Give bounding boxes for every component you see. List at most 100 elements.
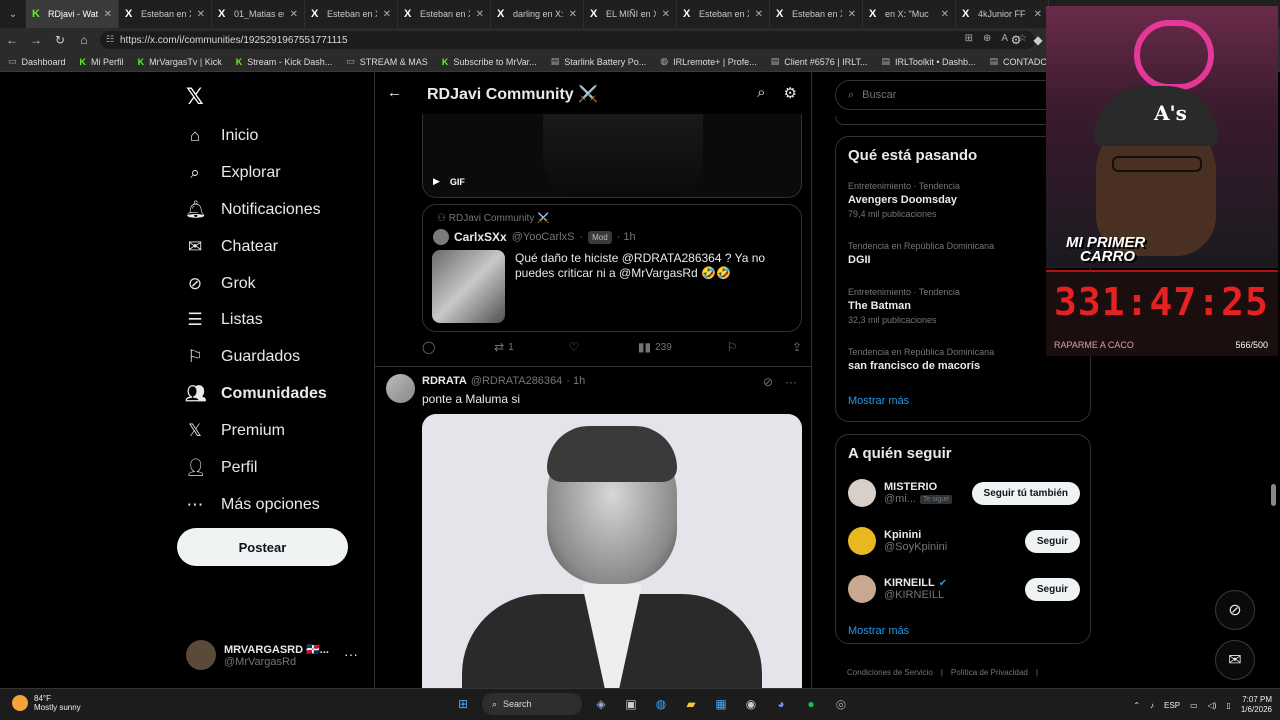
nav-item-communities[interactable]: 👥︎ Comunidades	[185, 384, 327, 404]
nav-item-grok[interactable]: ⊘ Grok	[185, 274, 256, 294]
bookmark-item[interactable]: ▭ Dashboard	[8, 56, 66, 67]
gif-media[interactable]: ▶ GIF	[422, 112, 802, 198]
steam-icon[interactable]: ◎	[830, 693, 852, 715]
browser-tab[interactable]: X Esteban en X: " ✕	[305, 0, 398, 28]
browser-tab[interactable]: X Esteban en X: " ✕	[398, 0, 491, 28]
play-icon[interactable]: ▶	[433, 176, 440, 187]
file-explorer-icon[interactable]: ▰	[680, 693, 702, 715]
quote-author-handle[interactable]: @YooCarlxS	[512, 231, 575, 243]
scrollbar[interactable]	[1271, 484, 1276, 506]
bookmark-item[interactable]: ▤ Starlink Battery Po...	[551, 56, 647, 67]
avatar[interactable]	[848, 527, 876, 555]
follow-suggestion[interactable]: Kpinini @SoyKpinini Seguir	[848, 527, 1080, 555]
site-info-icon[interactable]: ☷	[106, 34, 114, 45]
clock[interactable]: 7:07 PM 1/6/2026	[1241, 695, 1272, 715]
close-icon[interactable]: ✕	[476, 9, 484, 20]
reload-icon[interactable]: ↻	[48, 28, 72, 52]
quoted-post[interactable]: ⚇ RDJavi Community ⚔️ CarlxSXx @YooCarlx…	[422, 204, 802, 332]
nav-item-bookmark[interactable]: ⚐ Guardados	[185, 347, 300, 367]
nav-item-more[interactable]: ⋯ Más opciones	[185, 495, 320, 515]
grok-icon[interactable]: ⊘	[763, 375, 773, 389]
browser-tab[interactable]: X 4kJunior FF en ✕	[956, 0, 1049, 28]
quote-author-name[interactable]: CarlxSXx	[454, 230, 507, 244]
x-logo-icon[interactable]: 𝕏	[186, 84, 204, 110]
bookmark-button[interactable]: ⚐	[726, 340, 737, 354]
nav-item-list[interactable]: ☰ Listas	[185, 310, 262, 330]
language-indicator[interactable]: ESP	[1164, 701, 1180, 710]
nav-item-search[interactable]: ⌕ Explorar	[185, 163, 280, 183]
bookmark-item[interactable]: K Subscribe to MrVar...	[442, 57, 537, 67]
zoom-icon[interactable]: ⊕	[983, 33, 991, 44]
reply-button[interactable]: ◯	[422, 340, 439, 354]
close-icon[interactable]: ✕	[290, 9, 298, 20]
forward-arrow-icon[interactable]: →	[24, 28, 48, 52]
footer-link[interactable]: Política de Privacidad	[951, 668, 1028, 677]
bookmark-item[interactable]: ◍ IRLremote+ | Profe...	[660, 56, 756, 67]
avatar[interactable]	[433, 229, 449, 245]
tray-chevron-icon[interactable]: ⌃	[1133, 701, 1140, 710]
avatar[interactable]	[848, 575, 876, 603]
battery-icon[interactable]: ▯	[1226, 701, 1230, 710]
follow-show-more-link[interactable]: Mostrar más	[848, 625, 909, 637]
edge-browser-icon[interactable]: ◍	[650, 693, 672, 715]
footer-link[interactable]: Condiciones de Servicio	[847, 668, 933, 677]
close-icon[interactable]: ✕	[197, 9, 205, 20]
spotify-icon[interactable]: ●	[800, 693, 822, 715]
account-more-icon[interactable]: ···	[344, 646, 358, 662]
follow-button[interactable]: Seguir	[1024, 577, 1080, 601]
share-button[interactable]: ⇪	[792, 340, 802, 354]
browser-tab[interactable]: X Esteban en X: " ✕	[770, 0, 863, 28]
gear-icon[interactable]: ⚙	[784, 84, 797, 102]
microphone-icon[interactable]: ♪	[1150, 701, 1154, 710]
weather-widget[interactable]: 84°F Mostly sunny	[12, 694, 81, 712]
post-author-name[interactable]: RDRATA	[422, 375, 467, 387]
app-icon[interactable]: ⊞	[965, 33, 973, 44]
follow-suggestion[interactable]: KIRNEILL ✔ @KIRNEILL Seguir	[848, 575, 1080, 603]
nav-item-x[interactable]: 𝕏 Premium	[185, 421, 285, 441]
repost-button[interactable]: ⇄ 1	[494, 340, 514, 354]
store-icon[interactable]: ▦	[710, 693, 732, 715]
tab-list-chevron-icon[interactable]: ⌄	[0, 0, 26, 28]
bookmark-item[interactable]: ▤ Client #6576 | IRLT...	[771, 56, 868, 67]
browser-tab[interactable]: X EL MIÑI en X: ✕	[584, 0, 677, 28]
browser-tab[interactable]: K RDjavi - Watch ✕	[26, 0, 119, 28]
grok-float-button[interactable]: ⊘	[1215, 590, 1255, 630]
bookmark-item[interactable]: K MrVargasTv | Kick	[138, 57, 222, 67]
taskbar-search[interactable]: ⌕ Search	[482, 693, 582, 715]
close-icon[interactable]: ✕	[383, 9, 391, 20]
quote-thumbnail[interactable]	[432, 250, 505, 323]
browser-tab[interactable]: X Esteban en X: " ✕	[119, 0, 212, 28]
discord-icon[interactable]: ◕	[770, 693, 792, 715]
close-icon[interactable]: ✕	[941, 9, 949, 20]
bookmark-item[interactable]: K Mi Perfil	[80, 57, 124, 67]
obs-icon[interactable]: ◉	[740, 693, 762, 715]
nav-item-user[interactable]: 👤︎ Perfil	[185, 458, 257, 478]
nav-item-mail[interactable]: ✉ Chatear	[185, 237, 278, 257]
browser-tab[interactable]: X Esteban en X: " ✕	[677, 0, 770, 28]
nav-item-bell[interactable]: 🔔︎ Notificaciones	[185, 200, 321, 220]
volume-icon[interactable]: ◁)	[1208, 701, 1217, 710]
views-button[interactable]: ▮▮ 239	[638, 340, 672, 354]
close-icon[interactable]: ✕	[755, 9, 763, 20]
trends-show-more-link[interactable]: Mostrar más	[848, 395, 909, 407]
search-input[interactable]	[862, 89, 1043, 101]
post-time[interactable]: · 1h	[566, 375, 585, 387]
close-icon[interactable]: ✕	[104, 9, 112, 20]
follow-suggestion[interactable]: MISTERIO @mi... Te sigue Seguir tú también	[848, 479, 1080, 507]
widgets-icon[interactable]: ◈	[590, 693, 612, 715]
network-icon[interactable]: ▭	[1190, 701, 1198, 710]
bookmark-item[interactable]: K Stream - Kick Dash...	[236, 57, 333, 67]
close-icon[interactable]: ✕	[1034, 9, 1042, 20]
browser-tab[interactable]: Xen X: "Muc ✕	[863, 0, 956, 28]
avatar[interactable]	[386, 374, 415, 403]
post-button[interactable]: Postear	[177, 528, 348, 566]
close-icon[interactable]: ✕	[662, 9, 670, 20]
quote-time[interactable]: · 1h	[617, 231, 636, 243]
back-arrow-icon[interactable]: ←	[0, 28, 24, 52]
nav-item-home[interactable]: ⌂ Inicio	[185, 126, 259, 146]
like-button[interactable]: ♡	[568, 340, 583, 354]
address-bar[interactable]: ☷ https://x.com/i/communities/1925291967…	[100, 31, 1035, 49]
close-icon[interactable]: ✕	[848, 9, 856, 20]
back-arrow-icon[interactable]: ←	[387, 84, 402, 101]
close-icon[interactable]: ✕	[569, 9, 577, 20]
